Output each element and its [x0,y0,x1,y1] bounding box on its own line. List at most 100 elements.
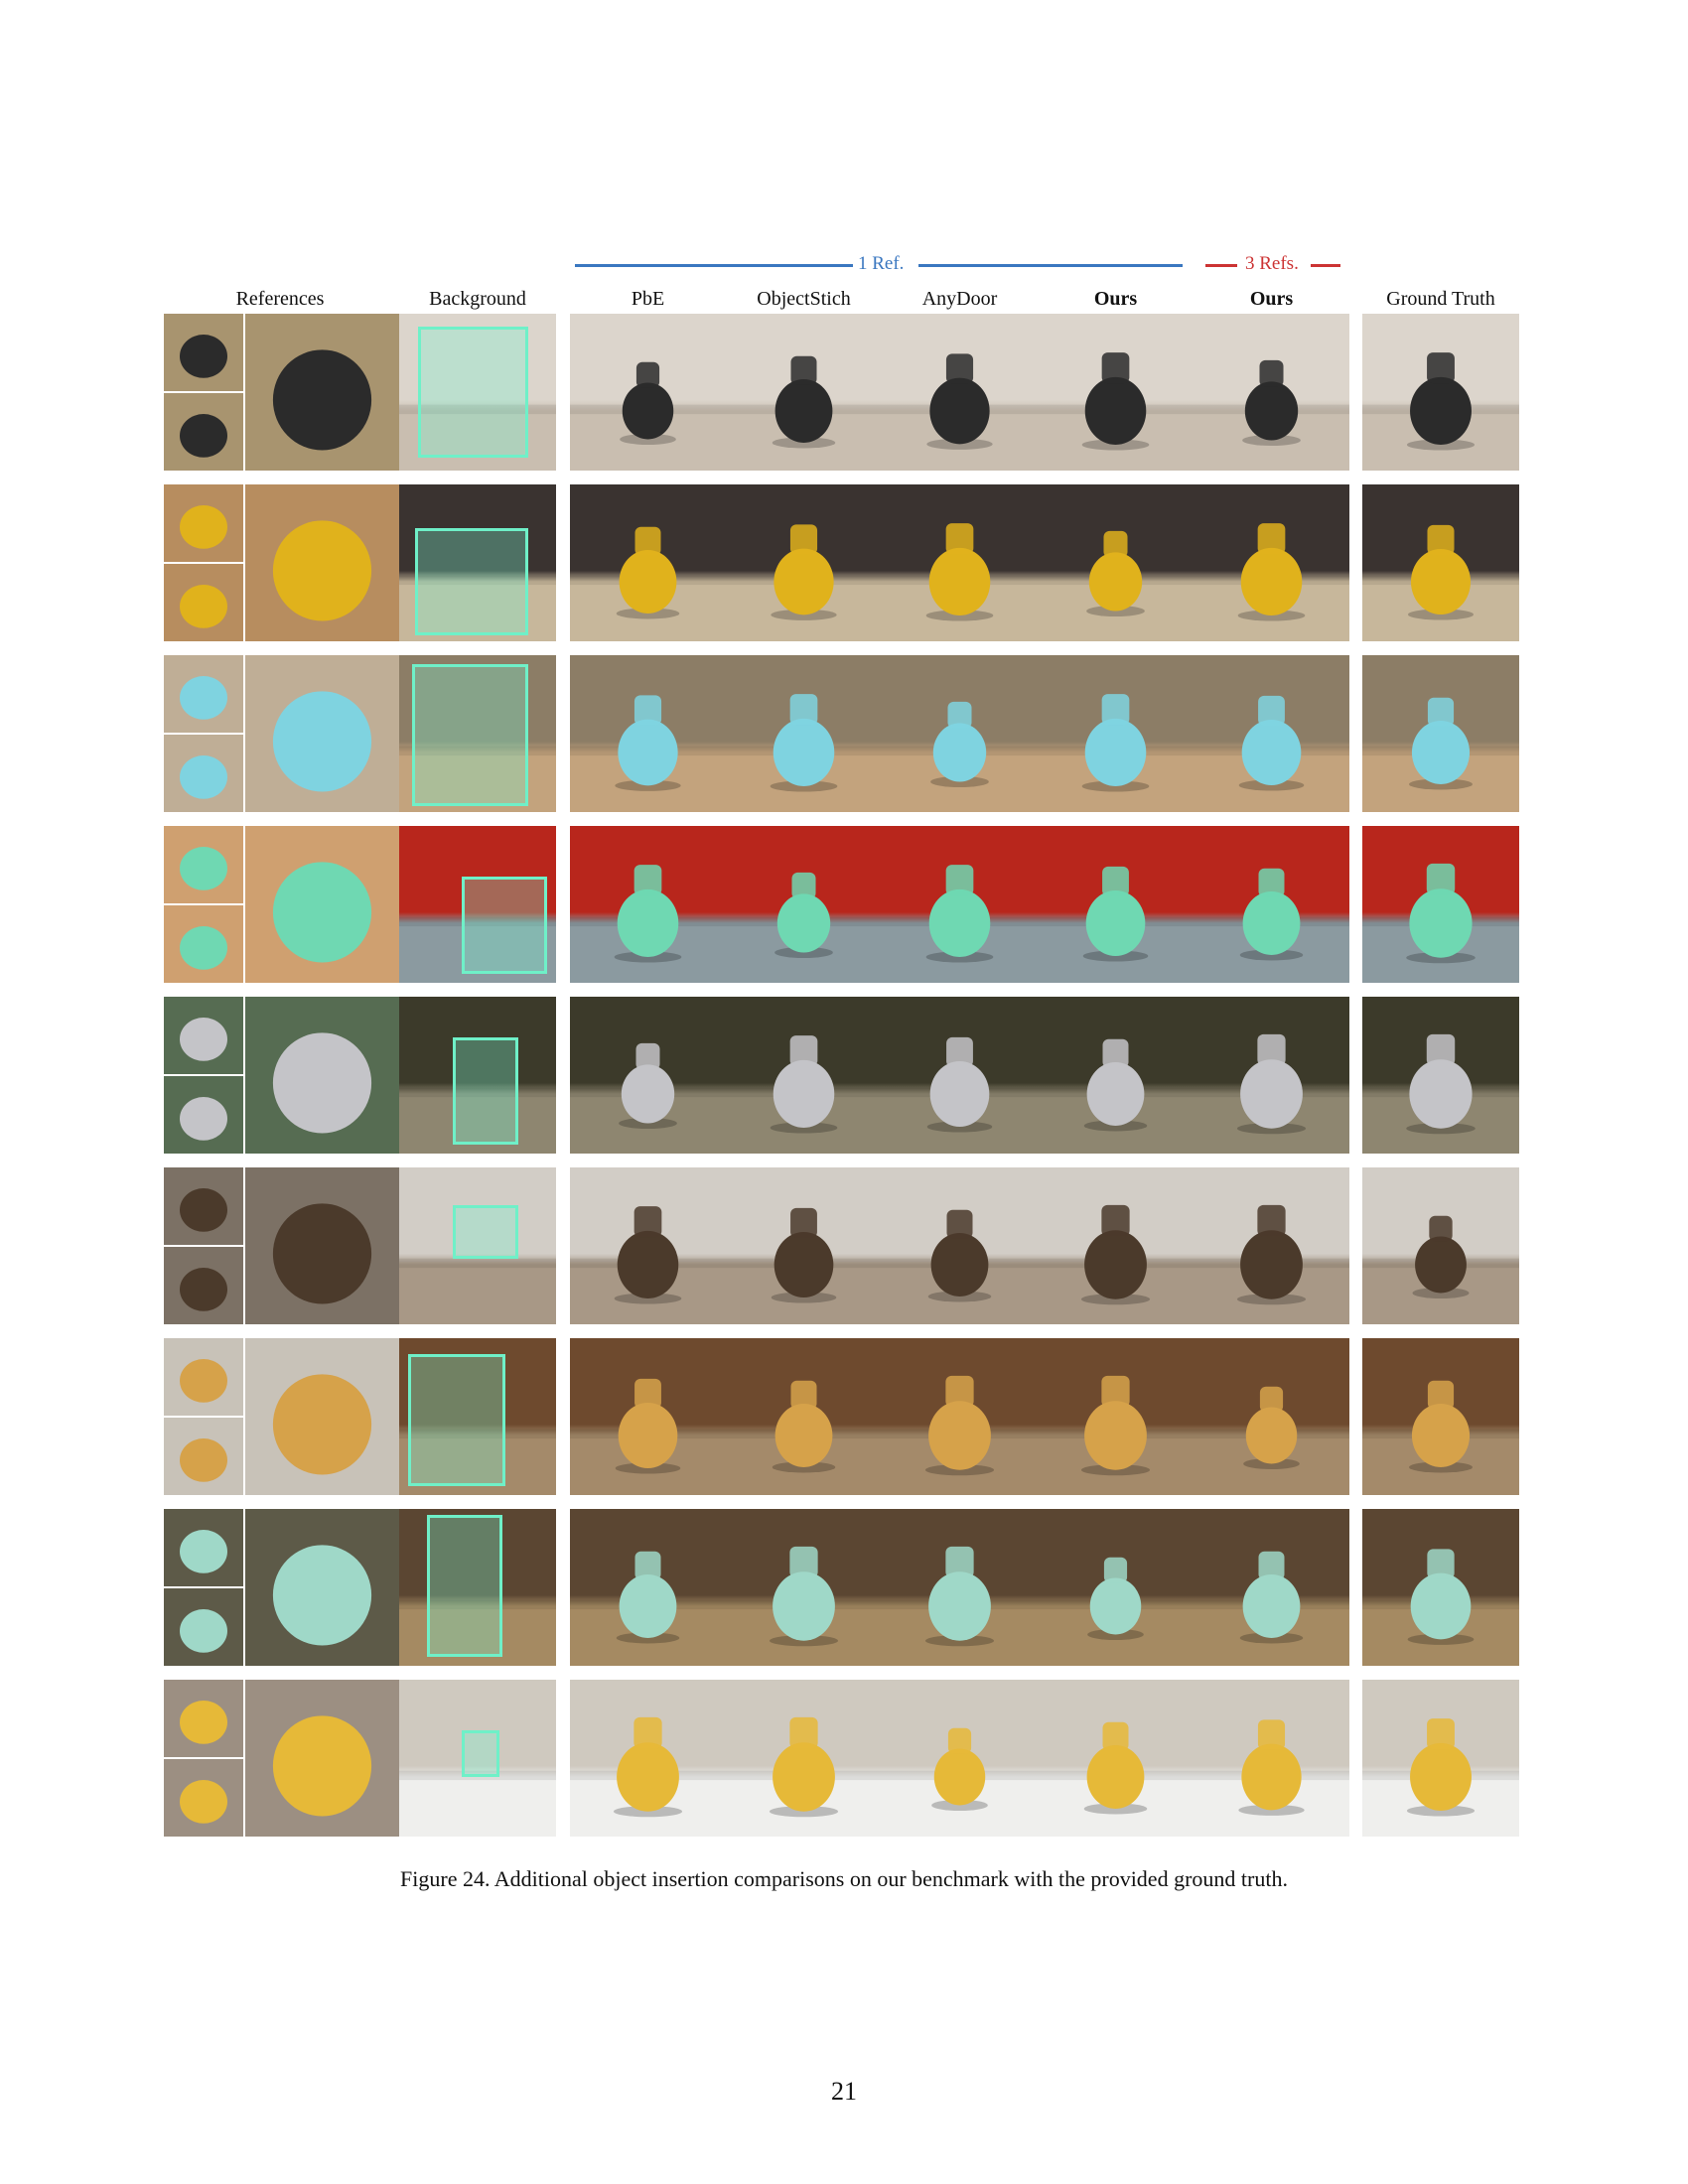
column-header-ours-three-refs: Ours [1249,288,1294,310]
ground-truth-image [1362,1680,1519,1837]
one-ref-line-right [918,264,1183,267]
reference-image-small [164,1338,243,1416]
background-image [399,655,556,812]
ground-truth-image [1362,655,1519,812]
reference-image-small [164,314,243,391]
pbe-image [570,1680,726,1837]
column-header-references: References [235,288,325,310]
anydoor-image [882,1680,1038,1837]
reference-image-small [164,826,243,903]
anydoor-image [882,1509,1038,1666]
pbe-image [570,1167,726,1324]
reference-image-small [164,484,243,562]
reference-image-small [164,1759,243,1837]
three-refs-line-right [1311,264,1340,267]
objectstich-image [726,1167,882,1324]
anydoor-image [882,655,1038,812]
ours-three-refs-image [1194,484,1349,641]
reference-image-main [245,1167,399,1324]
three-refs-label: 3 Refs. [1241,253,1303,275]
insertion-bounding-box [408,1353,506,1486]
pbe-image [570,1509,726,1666]
ground-truth-image [1362,1167,1519,1324]
background-image [399,997,556,1154]
column-header-ground-truth: Ground Truth [1386,288,1495,310]
pbe-image [570,997,726,1154]
background-image [399,1509,556,1666]
ours-three-refs-image [1194,1509,1349,1666]
anydoor-image [882,314,1038,471]
insertion-bounding-box [414,528,528,635]
anydoor-image [882,1338,1038,1495]
objectstich-image [726,1509,882,1666]
column-header-background: Background [429,288,526,310]
reference-image-small [164,1509,243,1586]
insertion-bounding-box [427,1515,503,1657]
anydoor-image [882,997,1038,1154]
one-ref-line-left [575,264,853,267]
ours-one-ref-image [1038,997,1194,1154]
insertion-bounding-box [462,876,547,974]
ours-one-ref-image [1038,1680,1194,1837]
ground-truth-image [1362,1338,1519,1495]
ground-truth-image [1362,314,1519,471]
ground-truth-image [1362,997,1519,1154]
ours-one-ref-image [1038,1167,1194,1324]
column-header-pbe: PbE [631,288,665,310]
ours-one-ref-image [1038,655,1194,812]
background-image [399,484,556,641]
pbe-image [570,484,726,641]
insertion-bounding-box [411,664,528,806]
figure-caption: Figure 24. Additional object insertion c… [400,1866,1288,1891]
three-refs-line-left [1205,264,1237,267]
reference-image-main [245,997,399,1154]
reference-image-main [245,314,399,471]
ours-three-refs-image [1194,314,1349,471]
reference-image-small [164,655,243,733]
reference-image-small [164,1076,243,1154]
background-image [399,1167,556,1324]
background-image [399,826,556,983]
ours-three-refs-image [1194,655,1349,812]
reference-image-main [245,1509,399,1666]
anydoor-image [882,826,1038,983]
one-ref-label: 1 Ref. [854,253,909,275]
reference-image-small [164,1418,243,1495]
objectstich-image [726,826,882,983]
insertion-bounding-box [452,1037,519,1145]
reference-image-small [164,735,243,812]
insertion-bounding-box [417,326,528,459]
objectstich-image [726,997,882,1154]
column-header-ours-one-ref: Ours [1093,288,1138,310]
background-image [399,1338,556,1495]
reference-image-small [164,1167,243,1245]
ours-one-ref-image [1038,484,1194,641]
background-image [399,314,556,471]
insertion-bounding-box [452,1204,519,1259]
reference-image-small [164,997,243,1074]
ours-one-ref-image [1038,1509,1194,1666]
reference-image-small [164,905,243,983]
reference-image-small [164,393,243,471]
ours-three-refs-image [1194,997,1349,1154]
pbe-image [570,314,726,471]
objectstich-image [726,314,882,471]
objectstich-image [726,484,882,641]
column-header-objectstich: ObjectStich [757,288,851,310]
ground-truth-image [1362,826,1519,983]
ground-truth-image [1362,1509,1519,1666]
page-number: 21 [831,2077,857,2106]
reference-image-main [245,1680,399,1837]
ours-one-ref-image [1038,314,1194,471]
reference-image-main [245,484,399,641]
ours-three-refs-image [1194,1338,1349,1495]
ours-one-ref-image [1038,826,1194,983]
pbe-image [570,655,726,812]
column-header-anydoor: AnyDoor [921,288,998,310]
reference-image-main [245,1338,399,1495]
reference-image-small [164,1247,243,1324]
anydoor-image [882,1167,1038,1324]
reference-image-main [245,826,399,983]
objectstich-image [726,1338,882,1495]
reference-image-small [164,1588,243,1666]
